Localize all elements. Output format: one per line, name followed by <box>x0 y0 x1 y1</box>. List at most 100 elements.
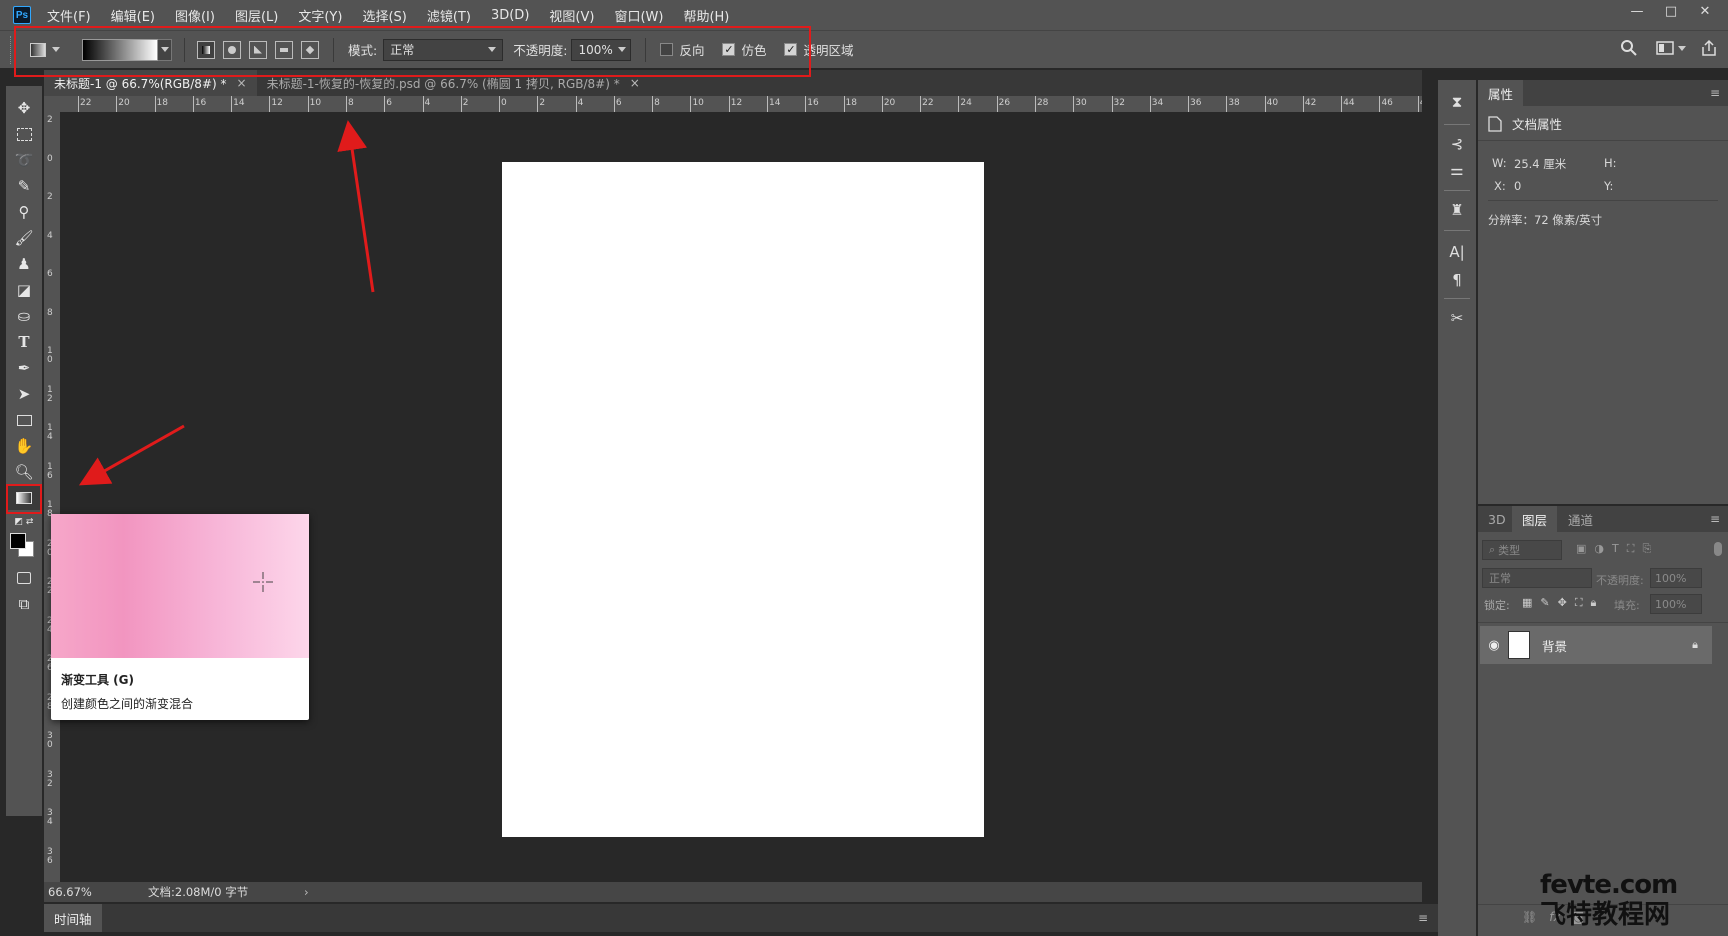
chevron-right-icon[interactable]: › <box>304 885 309 899</box>
marquee-tool-icon[interactable] <box>6 122 42 146</box>
close-icon[interactable]: × <box>630 76 640 90</box>
ruler-tick-label: 32 <box>47 769 53 789</box>
type-tool-icon[interactable]: T <box>6 330 42 354</box>
lock-transparent-icon[interactable]: ▦ <box>1522 596 1532 610</box>
panel-menu-icon[interactable]: ≡ <box>1710 86 1720 100</box>
menu-help[interactable]: 帮助(H) <box>683 6 729 25</box>
close-button[interactable]: ✕ <box>1688 0 1722 22</box>
paint-bucket-tool-icon[interactable]: ⛀ <box>6 304 42 328</box>
adjustment-filter-icon[interactable]: ◑ <box>1594 542 1604 556</box>
screen-mode-icon[interactable]: ⧉ <box>6 592 42 616</box>
menu-image[interactable]: 图像(I) <box>175 6 215 25</box>
fill-input[interactable]: 100% <box>1650 594 1702 614</box>
stamp-tool-icon[interactable]: ♟ <box>6 252 42 276</box>
zoom-level[interactable]: 66.67% <box>44 885 124 899</box>
lock-position-icon[interactable]: ✥ <box>1558 596 1567 610</box>
filter-toggle[interactable] <box>1714 542 1722 556</box>
tab-3d[interactable]: 3D <box>1478 506 1516 532</box>
ruler-tick-label: 18 <box>845 98 857 108</box>
chevron-down-icon[interactable] <box>1678 45 1686 51</box>
eye-icon[interactable]: ◉ <box>1480 638 1508 653</box>
ruler-tick-line <box>767 96 768 112</box>
maximize-button[interactable]: □ <box>1654 0 1688 22</box>
x-value[interactable]: 0 <box>1514 179 1521 193</box>
hand-tool-icon[interactable]: ✋ <box>6 434 42 458</box>
minimize-button[interactable]: — <box>1620 0 1654 22</box>
menu-layer[interactable]: 图层(L) <box>235 6 278 25</box>
eraser-tool-icon[interactable]: ◪ <box>6 278 42 302</box>
close-icon[interactable]: × <box>237 76 247 90</box>
menu-3d[interactable]: 3D(D) <box>491 8 529 23</box>
panel-menu-icon[interactable]: ≡ <box>1418 911 1428 925</box>
adjustments-icon[interactable]: ⚌ <box>1438 156 1476 184</box>
ruler-tick-line <box>345 96 347 112</box>
panel-menu-icon[interactable]: ≡ <box>1710 512 1720 526</box>
ruler-tick-line <box>231 96 233 112</box>
foreground-color-swatch[interactable] <box>10 533 26 549</box>
history-icon[interactable]: ⧗ <box>1438 88 1476 116</box>
document-properties-title: 文档属性 <box>1512 117 1563 132</box>
lock-label: 锁定: <box>1484 599 1510 612</box>
lock-artboard-icon[interactable]: ⛶ <box>1575 596 1583 610</box>
ruler-tick-line <box>1264 96 1266 112</box>
smart-object-filter-icon[interactable]: ⎘ <box>1642 542 1651 556</box>
tab-layers[interactable]: 图层 <box>1512 506 1558 532</box>
lock-icons: ▦ ✎ ✥ ⛶ 🔒︎ <box>1522 596 1596 610</box>
character-icon[interactable]: A| <box>1438 238 1476 266</box>
gradient-tool-tooltip: 渐变工具 (G) 创建颜色之间的渐变混合 <box>51 514 309 720</box>
quick-mask-icon[interactable] <box>6 566 42 590</box>
path-selection-tool-icon[interactable]: ➤ <box>6 382 42 406</box>
width-value[interactable]: 25.4 厘米 <box>1514 156 1566 172</box>
timeline-tab[interactable]: 时间轴 <box>44 904 102 932</box>
ruler-tick-label: 6 <box>47 269 53 279</box>
eyedropper-tool-icon[interactable]: ⚲ <box>6 200 42 224</box>
ruler-tick-line <box>652 96 654 112</box>
workspace-icon[interactable] <box>1656 40 1674 56</box>
ruler-tick-label: 14 <box>769 98 781 108</box>
paragraph-icon[interactable]: ¶ <box>1438 266 1476 294</box>
menu-view[interactable]: 视图(V) <box>549 6 594 25</box>
pixel-filter-icon[interactable]: ▣ <box>1576 542 1586 556</box>
lock-all-icon[interactable]: 🔒︎ <box>1591 596 1597 610</box>
document-canvas[interactable] <box>502 162 984 837</box>
menu-type[interactable]: 文字(Y) <box>298 6 342 25</box>
layer-opacity-input[interactable]: 100% <box>1650 568 1702 588</box>
zoom-tool-icon[interactable]: 🔍︎ <box>6 460 42 484</box>
clone-source-icon[interactable]: ♜ <box>1438 196 1476 224</box>
layer-name[interactable]: 背景 <box>1542 636 1567 655</box>
lock-pixels-icon[interactable]: ✎ <box>1540 596 1549 610</box>
ruler-tick-line <box>154 96 156 112</box>
ruler-tick-label: 4 <box>424 98 431 108</box>
blend-mode-select[interactable]: 正常 <box>1482 568 1592 588</box>
menu-edit[interactable]: 编辑(E) <box>111 6 155 25</box>
shape-filter-icon[interactable]: ⛶ <box>1627 542 1635 556</box>
tab-channels[interactable]: 通道 <box>1558 506 1603 532</box>
share-icon[interactable] <box>1700 39 1718 57</box>
link-layers-icon[interactable]: ⛓ <box>1522 910 1537 924</box>
pen-tool-icon[interactable]: ✒ <box>6 356 42 380</box>
menu-file[interactable]: 文件(F) <box>47 6 91 25</box>
ruler-tick-label: 2 <box>47 192 53 202</box>
quick-selection-tool-icon[interactable]: ✎ <box>6 174 42 198</box>
menu-filter[interactable]: 滤镜(T) <box>427 6 471 25</box>
type-filter-icon[interactable]: T <box>1612 542 1619 556</box>
ruler-tick-line <box>1149 96 1151 112</box>
layer-row[interactable]: ◉ 背景 🔒︎ <box>1480 626 1712 664</box>
menu-window[interactable]: 窗口(W) <box>614 6 663 25</box>
menu-select[interactable]: 选择(S) <box>362 6 406 25</box>
ruler-tick-label: 12 <box>271 98 283 108</box>
tab-properties[interactable]: 属性 <box>1478 80 1524 106</box>
rectangle-tool-icon[interactable] <box>6 408 42 432</box>
ruler-tick-line <box>1302 96 1304 112</box>
lasso-tool-icon[interactable]: ➰ <box>6 148 42 172</box>
brush-tool-icon[interactable]: 🖌 <box>6 226 42 250</box>
ruler-tick-label: 46 <box>1381 98 1393 108</box>
color-swatches[interactable] <box>10 533 36 559</box>
move-tool-icon[interactable]: ✥ <box>6 96 42 120</box>
search-icon[interactable] <box>1620 39 1638 57</box>
brush-settings-icon[interactable]: ⊰ <box>1438 130 1476 158</box>
ruler-tick-line <box>843 96 845 112</box>
tool-presets-icon[interactable]: ✂ <box>1438 304 1476 332</box>
tab-label: 未标题-1 @ 66.7%(RGB/8#) * <box>54 76 227 91</box>
layer-filter-select[interactable]: ⌕ 类型 <box>1482 540 1562 560</box>
